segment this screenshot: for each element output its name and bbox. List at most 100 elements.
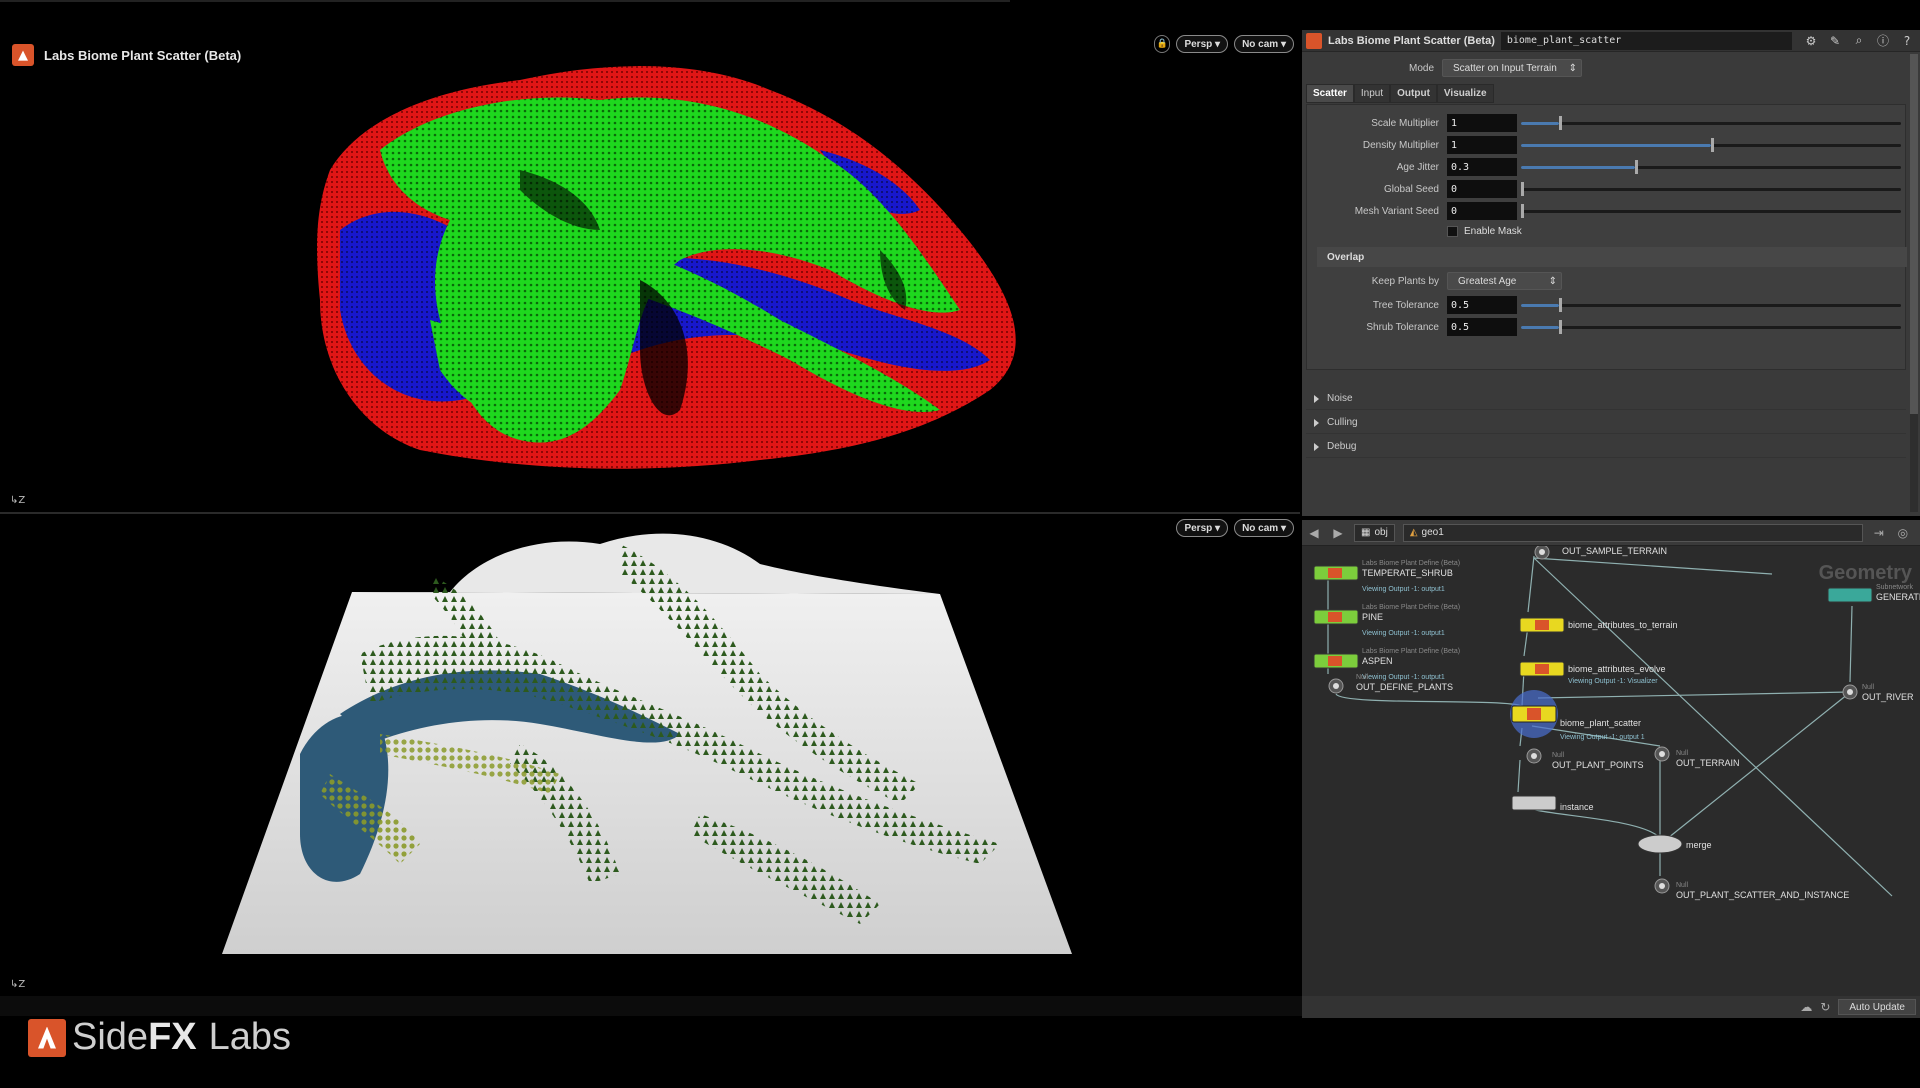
keep-plants-row: Keep Plants by Greatest Age ⇕ bbox=[1307, 271, 1562, 291]
culling-label: Culling bbox=[1327, 417, 1358, 428]
node-label: TEMPERATE_SHRUB bbox=[1362, 568, 1453, 578]
camera-menu-button[interactable]: No cam ▾ bbox=[1234, 35, 1294, 53]
lock-icon[interactable]: 🔒 bbox=[1154, 35, 1171, 53]
node-pine[interactable] bbox=[1313, 609, 1359, 625]
scatter-viewport[interactable]: ▲ Labs Biome Plant Scatter (Beta) 🔒 Pers… bbox=[0, 30, 1300, 512]
forward-arrow-icon[interactable]: ▶ bbox=[1330, 526, 1346, 540]
culling-section[interactable]: Culling bbox=[1306, 412, 1906, 434]
sidefx-logo-icon bbox=[28, 1018, 66, 1057]
node-out-plant-scatter-and-instance[interactable] bbox=[1654, 878, 1670, 894]
node-merge[interactable] bbox=[1637, 834, 1683, 854]
tab-output[interactable]: Output bbox=[1390, 84, 1437, 103]
noise-section[interactable]: Noise bbox=[1306, 388, 1906, 410]
node-type-label: Null bbox=[1552, 752, 1565, 759]
cloud-icon[interactable]: ☁ bbox=[1800, 1000, 1812, 1014]
tab-input[interactable]: Input bbox=[1353, 84, 1391, 103]
mesh-variant-seed-field[interactable]: 0 bbox=[1447, 202, 1517, 220]
link-icon[interactable]: ◎ bbox=[1895, 526, 1911, 540]
overlap-section-header[interactable]: Overlap bbox=[1317, 247, 1907, 267]
global-seed-slider[interactable] bbox=[1521, 180, 1901, 198]
param-row: Mesh Variant Seed 0 bbox=[1307, 201, 1901, 221]
mode-value: Scatter on Input Terrain bbox=[1453, 62, 1557, 74]
node-out-river[interactable] bbox=[1842, 684, 1858, 700]
node-label: OUT_RIVER bbox=[1862, 692, 1914, 702]
debug-section[interactable]: Debug bbox=[1306, 436, 1906, 458]
camera-label-bottom: No cam bbox=[1242, 522, 1279, 534]
path-geo-crumb[interactable]: ◭ geo1 bbox=[1402, 523, 1863, 542]
node-name-field[interactable]: biome_plant_scatter bbox=[1500, 31, 1792, 50]
age-jitter-slider[interactable] bbox=[1521, 158, 1901, 176]
enable-mask-checkbox[interactable] bbox=[1447, 225, 1458, 237]
global-seed-field[interactable]: 0 bbox=[1447, 180, 1517, 198]
node-label: biome_attributes_evolve bbox=[1568, 664, 1666, 674]
tab-visualize[interactable]: Visualize bbox=[1436, 84, 1494, 103]
tab-scatter[interactable]: Scatter bbox=[1306, 84, 1354, 103]
parameter-scrollbar[interactable] bbox=[1910, 54, 1918, 512]
keep-plants-dropdown[interactable]: Greatest Age ⇕ bbox=[1447, 272, 1562, 290]
node-biome-attributes-to-terrain[interactable] bbox=[1519, 617, 1565, 633]
pin-icon[interactable]: ⇥ bbox=[1871, 526, 1887, 540]
node-flag: Viewing Output -1: output 1 bbox=[1560, 734, 1645, 741]
shrub-tolerance-slider[interactable] bbox=[1521, 318, 1901, 336]
node-out-define-plants[interactable] bbox=[1328, 678, 1344, 694]
node-temperate-shrub[interactable] bbox=[1313, 565, 1359, 581]
density-multiplier-slider[interactable] bbox=[1521, 136, 1901, 154]
path-obj-crumb[interactable]: ▦ obj bbox=[1354, 523, 1395, 542]
info-icon[interactable]: ⓘ bbox=[1874, 32, 1892, 50]
terrain-render bbox=[222, 533, 1072, 954]
path-obj-label: obj bbox=[1374, 527, 1388, 538]
help-icon[interactable]: ? bbox=[1898, 32, 1916, 50]
refresh-icon[interactable]: ↻ bbox=[1820, 1000, 1830, 1014]
age-jitter-field[interactable]: 0.3 bbox=[1447, 158, 1517, 176]
brand-fx: FX bbox=[148, 1016, 197, 1058]
node-label: biome_attributes_to_terrain bbox=[1568, 620, 1678, 630]
node-label: PINE bbox=[1362, 612, 1384, 622]
node-type-label: Null bbox=[1676, 750, 1689, 757]
dropdown-arrows-icon: ⇕ bbox=[1568, 62, 1577, 74]
network-editor[interactable]: ◀ ▶ ▦ obj ◭ geo1 ⇥ ◎ Geometry OUT_SAMPLE… bbox=[1302, 520, 1920, 996]
scale-multiplier-slider[interactable] bbox=[1521, 114, 1901, 132]
labs-logo-icon: ▲ bbox=[12, 44, 34, 66]
node-aspen[interactable] bbox=[1313, 653, 1359, 669]
parameter-panel: Labs Biome Plant Scatter (Beta) biome_pl… bbox=[1302, 30, 1920, 516]
density-multiplier-field[interactable]: 1 bbox=[1447, 136, 1517, 154]
gear-icon[interactable]: ⚙ bbox=[1802, 32, 1820, 50]
geo-icon: ◭ bbox=[1409, 527, 1418, 538]
density-multiplier-label: Density Multiplier bbox=[1362, 139, 1439, 151]
noise-label: Noise bbox=[1327, 393, 1353, 404]
tree-tolerance-field[interactable]: 0.5 bbox=[1447, 296, 1517, 314]
back-arrow-icon[interactable]: ◀ bbox=[1306, 526, 1322, 540]
houdini-window: ▲ Labs Biome Plant Scatter (Beta) 🔒 Pers… bbox=[0, 0, 1920, 1088]
terrain-viewport[interactable]: Persp ▾ No cam ▾ ↳Z bbox=[0, 514, 1300, 996]
mode-dropdown[interactable]: Scatter on Input Terrain ⇕ bbox=[1442, 59, 1582, 77]
node-out-plant-points[interactable] bbox=[1526, 748, 1542, 764]
shrub-tolerance-field[interactable]: 0.5 bbox=[1447, 318, 1517, 336]
tree-tolerance-slider[interactable] bbox=[1521, 296, 1901, 314]
persp-menu-button[interactable]: Persp ▾ bbox=[1176, 35, 1229, 53]
persp-menu-button-bottom[interactable]: Persp ▾ bbox=[1176, 519, 1229, 537]
update-mode-button[interactable]: Auto Update bbox=[1838, 999, 1916, 1015]
search-icon[interactable]: ⌕ bbox=[1850, 32, 1868, 50]
node-flag: Viewing Output -1: output1 bbox=[1362, 674, 1445, 681]
node-biome-plant-scatter[interactable] bbox=[1510, 690, 1558, 738]
network-status-bar: ☁ ↻ Auto Update bbox=[1302, 996, 1920, 1018]
mesh-variant-seed-slider[interactable] bbox=[1521, 202, 1901, 220]
node-biome-attributes-evolve[interactable] bbox=[1519, 661, 1565, 677]
global-seed-label: Global Seed bbox=[1383, 183, 1439, 195]
viewport-title: ▲ Labs Biome Plant Scatter (Beta) bbox=[12, 44, 241, 66]
scrollbar-thumb[interactable] bbox=[1910, 54, 1918, 414]
scale-multiplier-field[interactable]: 1 bbox=[1447, 114, 1517, 132]
node-type-label: Subnetwork bbox=[1876, 584, 1913, 591]
persp-label-bottom: Persp bbox=[1184, 522, 1213, 534]
brush-icon[interactable]: ✎ bbox=[1826, 32, 1844, 50]
camera-menu-button-bottom[interactable]: No cam ▾ bbox=[1234, 519, 1294, 537]
node-out-sample-terrain[interactable] bbox=[1534, 546, 1550, 560]
node-instance[interactable] bbox=[1511, 795, 1557, 811]
node-type-label: Null bbox=[1862, 684, 1875, 691]
param-row: Global Seed 0 bbox=[1307, 179, 1901, 199]
top-divider bbox=[0, 0, 1010, 2]
node-generate[interactable] bbox=[1827, 587, 1873, 603]
scatter-visualization bbox=[317, 66, 1016, 469]
node-out-terrain[interactable] bbox=[1654, 746, 1670, 762]
node-label: merge bbox=[1686, 840, 1712, 850]
